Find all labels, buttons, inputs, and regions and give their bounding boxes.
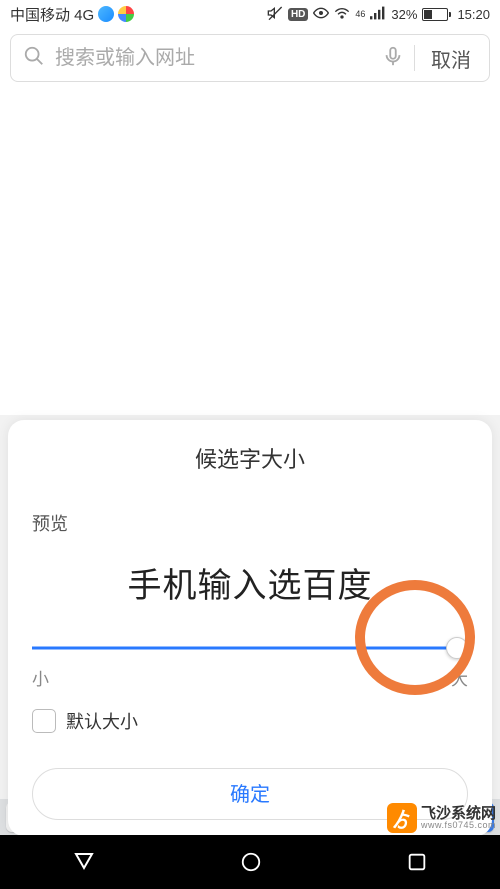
clock: 15:20 (457, 7, 490, 22)
wifi-icon (334, 6, 350, 23)
preview-text: 手机输入选百度 (32, 558, 468, 607)
signal-icon (370, 6, 386, 23)
slider-thumb[interactable] (446, 637, 468, 659)
slider-track (32, 647, 468, 650)
battery-icon (422, 8, 448, 21)
divider (414, 45, 415, 71)
status-bar: 中国移动 4G HD 46 32% 15:20 (0, 0, 500, 28)
slider-max-label: 大 (451, 665, 468, 690)
search-input[interactable] (55, 47, 372, 70)
mic-icon[interactable] (382, 45, 404, 72)
network-sub-label: 46 (355, 9, 365, 19)
watermark-url: www.fs0745.com (421, 821, 496, 830)
url-bar-row: 取消 (0, 28, 500, 88)
slider-min-label: 小 (32, 665, 49, 690)
cancel-button[interactable]: 取消 (425, 44, 477, 73)
preview-heading: 预览 (32, 510, 468, 536)
hd-badge: HD (288, 8, 308, 21)
search-box[interactable]: 取消 (10, 34, 490, 82)
battery-pct: 32% (391, 7, 417, 22)
android-navbar (0, 835, 500, 889)
mute-icon (267, 5, 283, 24)
recents-icon[interactable] (406, 851, 428, 873)
font-size-sheet: 候选字大小 预览 手机输入选百度 小 大 默认大小 确定 (8, 420, 492, 836)
back-icon[interactable] (72, 850, 96, 874)
eye-icon (313, 7, 329, 22)
sheet-title: 候选字大小 (32, 442, 468, 474)
watermark-badge-icon: ゟ (387, 803, 417, 833)
font-size-slider[interactable] (32, 637, 468, 659)
home-icon[interactable] (240, 851, 262, 873)
app-indicator-icon (98, 6, 114, 22)
app-indicator-icon (118, 6, 134, 22)
carrier-label: 中国移动 4G (10, 4, 94, 25)
search-icon (23, 45, 45, 72)
watermark-title: 飞沙系统网 (421, 806, 496, 821)
watermark: ゟ 飞沙系统网 www.fs0745.com (387, 803, 496, 833)
default-size-label: 默认大小 (66, 708, 138, 734)
default-size-checkbox[interactable] (32, 709, 56, 733)
default-size-option[interactable]: 默认大小 (32, 708, 468, 734)
